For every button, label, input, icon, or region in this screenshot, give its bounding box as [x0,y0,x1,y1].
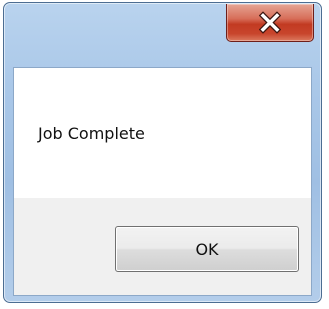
message-text: Job Complete [38,124,145,143]
close-button[interactable] [226,4,314,42]
dialog-content: Job Complete OK [13,67,312,296]
ok-button[interactable]: OK [115,226,299,272]
message-dialog-window: Job Complete OK [3,2,322,303]
button-area: OK [14,198,311,295]
close-icon [259,11,281,34]
title-bar[interactable] [4,3,321,67]
